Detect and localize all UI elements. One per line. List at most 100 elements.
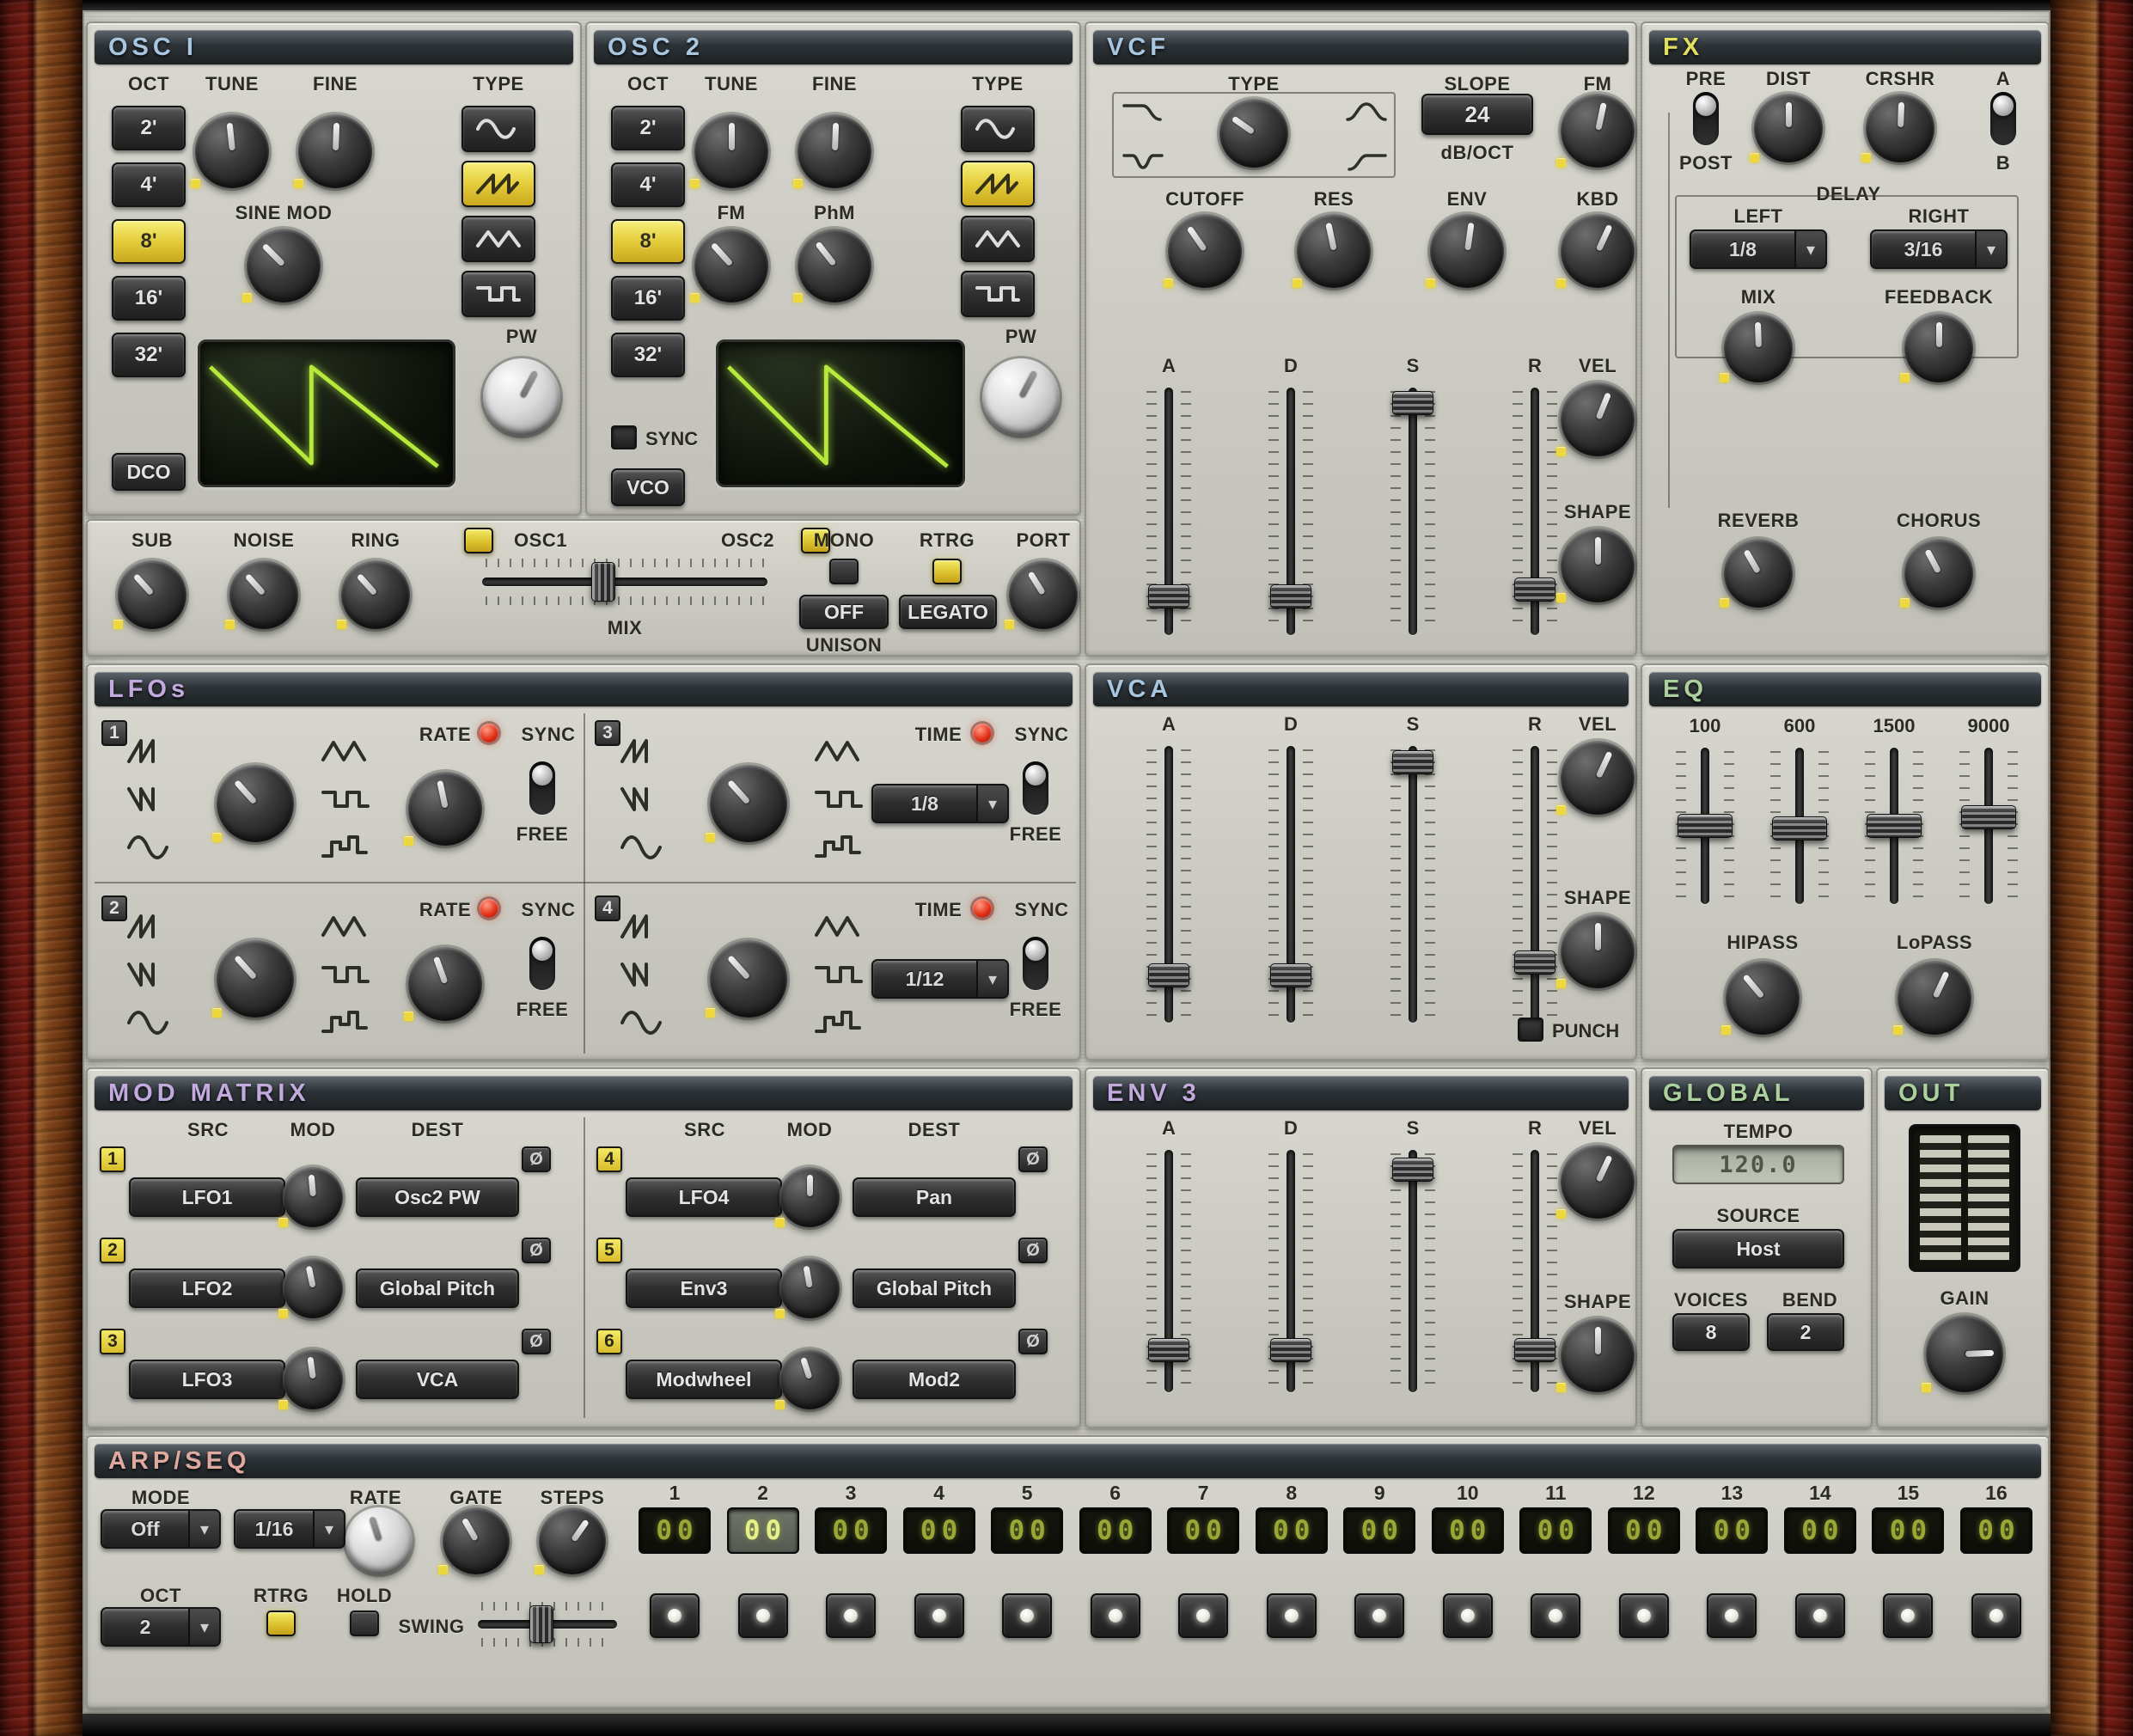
mixer-unison-off-button[interactable]: OFF	[799, 595, 889, 629]
mod-slot-amount-knob[interactable]	[283, 1258, 343, 1318]
random-steps-icon[interactable]	[813, 1006, 865, 1044]
sawdown-wave-icon[interactable]	[619, 957, 670, 996]
mod-slot-amount-knob[interactable]	[283, 1167, 343, 1227]
step-value-display[interactable]: 00	[1432, 1507, 1504, 1554]
step-button[interactable]	[1354, 1593, 1404, 1638]
chevron-down-icon[interactable]: ▾	[1794, 231, 1825, 267]
osc2-octave-button[interactable]: 2'	[611, 106, 685, 150]
sine-wave-icon[interactable]	[125, 830, 177, 869]
step-button[interactable]	[1619, 1593, 1669, 1638]
mod-slot-null-button[interactable]: Ø	[522, 1238, 551, 1263]
slider-handle[interactable]	[1270, 1338, 1311, 1362]
lfo2-free-toggle[interactable]	[529, 937, 555, 990]
step-value-display[interactable]: 00	[903, 1507, 975, 1554]
vcf-type-knob[interactable]	[1219, 99, 1288, 168]
step-button[interactable]	[650, 1593, 700, 1638]
mod-slot-src-select[interactable]: LFO4	[626, 1177, 782, 1217]
step-button[interactable]	[914, 1593, 964, 1638]
mixer-rtrg-button[interactable]	[932, 559, 962, 584]
lfo3-time-select[interactable]: 1/8▾	[871, 784, 1009, 823]
slider-handle[interactable]	[1961, 805, 2016, 829]
mixer-osc1-enable-button[interactable]	[464, 528, 493, 553]
stage-slider[interactable]	[1270, 1146, 1311, 1396]
global-source-select[interactable]: Host	[1672, 1229, 1844, 1268]
slider-handle[interactable]	[529, 1605, 553, 1643]
env3-vel-knob[interactable]	[1561, 1145, 1635, 1219]
slider-handle[interactable]	[1270, 963, 1311, 987]
step-button[interactable]	[826, 1593, 876, 1638]
step-value-display[interactable]: 00	[1872, 1507, 1944, 1554]
step-value-display[interactable]: 00	[639, 1507, 711, 1554]
osc2-sync-checkbox[interactable]	[611, 425, 637, 449]
vca-shape-knob[interactable]	[1561, 914, 1635, 988]
mod-slot-null-button[interactable]: Ø	[1018, 1238, 1048, 1263]
osc1-wave-triangle-button[interactable]	[461, 216, 535, 262]
osc1-pw-knob[interactable]	[483, 358, 560, 436]
vcf-cutoff-knob[interactable]	[1168, 214, 1242, 288]
osc2-wave-pulse-button[interactable]	[961, 271, 1035, 317]
stage-slider[interactable]	[1270, 743, 1311, 1026]
band-gain-slider[interactable]	[1867, 744, 1922, 908]
osc2-wave-saw-button[interactable]	[961, 161, 1035, 207]
square-wave-icon[interactable]	[813, 957, 865, 996]
step-value-display[interactable]: 00	[1167, 1507, 1239, 1554]
eq-hipass-knob[interactable]	[1726, 961, 1800, 1035]
osc2-phm-knob[interactable]	[798, 229, 871, 303]
sine-wave-icon[interactable]	[619, 830, 670, 869]
osc1-octave-button[interactable]: 32'	[112, 333, 186, 377]
stage-slider[interactable]	[1148, 384, 1189, 639]
step-button[interactable]	[1883, 1593, 1933, 1638]
mod-slot-dest-select[interactable]: Mod2	[853, 1360, 1016, 1399]
fx-dist-knob[interactable]	[1754, 94, 1823, 162]
step-button[interactable]	[1178, 1593, 1228, 1638]
step-value-display[interactable]: 00	[727, 1507, 799, 1554]
slider-handle[interactable]	[1772, 816, 1827, 840]
arp-swing-slider[interactable]	[474, 1605, 620, 1643]
osc2-octave-button[interactable]: 4'	[611, 162, 685, 207]
band-gain-slider[interactable]	[1678, 744, 1733, 908]
vcf-slope-display[interactable]: 24	[1421, 94, 1533, 135]
osc1-octave-button[interactable]: 2'	[112, 106, 186, 150]
sine-wave-icon[interactable]	[619, 1006, 670, 1044]
fx-reverb-knob[interactable]	[1724, 539, 1793, 608]
osc1-tune-knob[interactable]	[195, 114, 269, 188]
fx-delay-right-select[interactable]: 3/16▾	[1870, 229, 2008, 269]
vca-punch-checkbox[interactable]	[1518, 1018, 1543, 1042]
mod-slot-amount-knob[interactable]	[779, 1167, 840, 1227]
osc2-pw-knob[interactable]	[982, 358, 1060, 436]
stage-slider[interactable]	[1392, 743, 1433, 1026]
stage-slider[interactable]	[1392, 384, 1433, 639]
arp-rate-knob[interactable]	[345, 1507, 413, 1574]
fx-a-b-toggle[interactable]	[1990, 92, 2016, 145]
step-button[interactable]	[1267, 1593, 1317, 1638]
step-button[interactable]	[1531, 1593, 1580, 1638]
mod-slot-null-button[interactable]: Ø	[1018, 1146, 1048, 1172]
fx-feedback-knob[interactable]	[1904, 314, 1973, 382]
sawdown-wave-icon[interactable]	[619, 782, 670, 821]
slider-handle[interactable]	[1392, 750, 1433, 774]
triangle-wave-icon[interactable]	[320, 734, 371, 773]
lfo4-time-select[interactable]: 1/12▾	[871, 959, 1009, 999]
vcf-env-knob[interactable]	[1430, 214, 1504, 288]
mixer-mono-button[interactable]	[829, 559, 859, 584]
mod-slot-src-select[interactable]: Modwheel	[626, 1360, 782, 1399]
osc2-octave-button[interactable]: 8'	[611, 219, 685, 264]
mod-slot-dest-select[interactable]: Global Pitch	[853, 1268, 1016, 1308]
step-value-display[interactable]: 00	[1343, 1507, 1415, 1554]
triangle-wave-icon[interactable]	[813, 734, 865, 773]
mod-slot-src-select[interactable]: LFO2	[129, 1268, 285, 1308]
stage-slider[interactable]	[1148, 1146, 1189, 1396]
fx-delay-left-select[interactable]: 1/8▾	[1690, 229, 1827, 269]
global-voices-display[interactable]: 8	[1672, 1313, 1750, 1351]
triangle-wave-icon[interactable]	[813, 909, 865, 948]
sawdown-wave-icon[interactable]	[125, 957, 177, 996]
square-wave-icon[interactable]	[813, 782, 865, 821]
mod-slot-amount-knob[interactable]	[779, 1258, 840, 1318]
mod-slot-amount-knob[interactable]	[283, 1349, 343, 1409]
mixer-port-knob[interactable]	[1009, 560, 1078, 629]
arp-steps-knob[interactable]	[539, 1507, 606, 1574]
step-value-display[interactable]: 00	[1960, 1507, 2032, 1554]
arp-rate-sync-select[interactable]: 1/16▾	[234, 1509, 345, 1549]
out-gain-knob[interactable]	[1926, 1315, 2003, 1392]
osc2-wave-triangle-button[interactable]	[961, 216, 1035, 262]
